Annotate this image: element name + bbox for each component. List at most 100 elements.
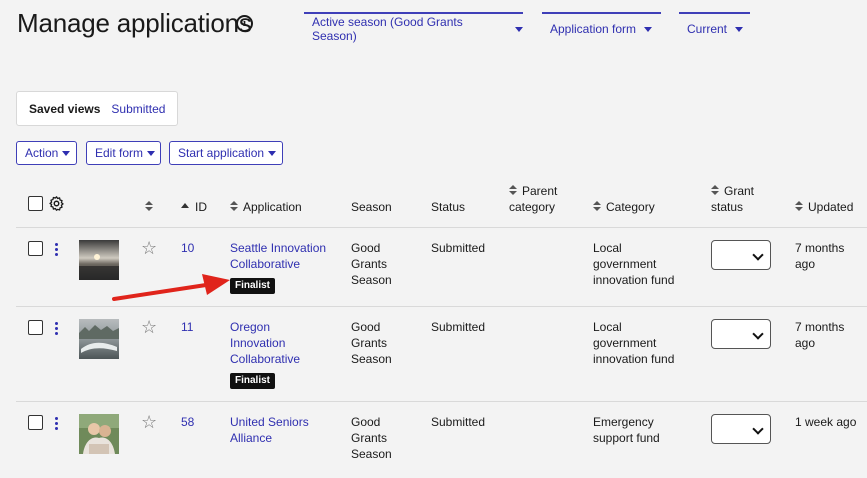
application-name-line2: Innovation (230, 336, 286, 350)
application-name-line1: Seattle Innovation (230, 241, 327, 255)
row-menu-icon[interactable] (55, 243, 59, 257)
category-line3: innovation fund (593, 352, 675, 366)
row-divider (16, 401, 867, 402)
favorite-star-icon[interactable]: ☆ (141, 413, 157, 431)
application-name-line1: United Seniors (230, 415, 309, 429)
application-name-link[interactable]: United Seniors Alliance (230, 414, 309, 446)
updated-cell: 1 week ago (795, 415, 857, 429)
sort-icon (509, 185, 517, 197)
page-title: Manage applications (17, 8, 252, 38)
application-name-line3: Collaborative (230, 352, 301, 366)
column-header-parent-category[interactable]: Parent category (509, 183, 557, 215)
category-line1: Emergency (593, 415, 654, 429)
season-line1: Good (351, 241, 381, 255)
season-line2: Grants (351, 336, 388, 350)
row-checkbox[interactable] (28, 320, 43, 335)
season-line3: Season (351, 352, 392, 366)
updated-line1: 7 months (795, 320, 845, 334)
column-header-grant-status-line2: status (711, 200, 744, 214)
row-checkbox[interactable] (28, 241, 43, 256)
edit-form-button-label: Edit form (95, 146, 144, 160)
chevron-down-icon (147, 150, 156, 156)
action-button-label: Action (25, 146, 59, 160)
edit-form-button[interactable]: Edit form (86, 141, 161, 165)
select-all-checkbox[interactable] (28, 196, 43, 211)
category-line2: government (593, 336, 657, 350)
category-cell: Local government innovation fund (593, 240, 674, 288)
saved-views-panel: Saved views Submitted (16, 91, 178, 126)
chevron-down-icon (268, 150, 277, 156)
category-line2: government (593, 257, 657, 271)
application-name-line2: Alliance (230, 431, 273, 445)
grant-status-select[interactable] (711, 319, 771, 349)
application-thumbnail (79, 414, 119, 454)
column-header-id-label: ID (195, 200, 207, 214)
column-header-grant-status[interactable]: Grant status (711, 183, 754, 215)
chevron-down-icon (515, 26, 523, 32)
gear-icon[interactable] (48, 195, 65, 212)
status-cell: Submitted (431, 320, 486, 334)
season-cell: Good Grants Season (351, 414, 392, 462)
sort-icon (593, 201, 601, 213)
favorite-star-icon[interactable]: ☆ (141, 318, 157, 336)
season-filter-dropdown[interactable]: Active season (Good Grants Season) (304, 12, 523, 43)
column-header-application-label: Application (243, 200, 302, 214)
grant-status-select[interactable] (711, 414, 771, 444)
row-divider (16, 227, 867, 228)
updated-line2: ago (795, 257, 816, 271)
version-filter-dropdown[interactable]: Current (679, 12, 750, 40)
action-button[interactable]: Action (16, 141, 77, 165)
updated-line1: 7 months (795, 241, 845, 255)
row-checkbox[interactable] (28, 415, 43, 430)
season-cell: Good Grants Season (351, 240, 392, 288)
season-cell: Good Grants Season (351, 319, 392, 367)
season-filter-label: Active season (Good Grants Season) (312, 15, 463, 43)
season-line3: Season (351, 273, 392, 287)
category-line3: innovation fund (593, 273, 675, 287)
category-cell: Local government innovation fund (593, 319, 674, 367)
form-filter-label: Application form (550, 22, 637, 36)
column-header-season: Season (351, 200, 392, 214)
grant-status-select[interactable] (711, 240, 771, 270)
updated-cell: 7 months ago (795, 319, 844, 351)
row-id-link[interactable]: 11 (181, 319, 193, 335)
row-id-link[interactable]: 58 (181, 414, 194, 430)
favorite-sort-toggle[interactable] (145, 199, 158, 215)
favorite-star-icon[interactable]: ☆ (141, 239, 157, 257)
column-header-id[interactable]: ID (181, 199, 207, 215)
application-name-line1: Oregon (230, 320, 271, 334)
application-name-link[interactable]: Oregon Innovation Collaborative (230, 319, 300, 367)
column-header-status: Status (431, 200, 466, 214)
column-header-updated-label: Updated (808, 200, 854, 214)
category-line2: support fund (593, 431, 660, 445)
sort-icon (711, 185, 719, 197)
category-line1: Local (593, 320, 622, 334)
annotation-arrow-icon (112, 274, 230, 301)
row-menu-icon[interactable] (55, 417, 59, 431)
application-name-link[interactable]: Seattle Innovation Collaborative (230, 240, 326, 272)
info-icon[interactable]: i (236, 15, 253, 32)
status-cell: Submitted (431, 415, 486, 429)
row-divider (16, 306, 867, 307)
start-application-button[interactable]: Start application (169, 141, 283, 165)
saved-view-submitted-link[interactable]: Submitted (111, 102, 165, 116)
column-header-grant-status-line1: Grant (724, 184, 755, 198)
status-cell: Submitted (431, 241, 486, 255)
chevron-down-icon (735, 26, 744, 32)
chevron-down-icon (62, 150, 71, 156)
start-application-button-label: Start application (178, 146, 265, 160)
column-header-category[interactable]: Category (593, 199, 655, 215)
sort-ascending-icon (181, 201, 189, 213)
column-header-application[interactable]: Application (230, 199, 302, 215)
column-header-updated[interactable]: Updated (795, 199, 853, 215)
row-id-link[interactable]: 10 (181, 240, 194, 256)
row-menu-icon[interactable] (55, 322, 59, 336)
updated-line2: ago (795, 336, 816, 350)
application-name-line2: Collaborative (230, 257, 301, 271)
sort-icon (145, 201, 153, 213)
sort-icon (230, 201, 238, 213)
sort-icon (795, 201, 803, 213)
column-header-category-label: Category (606, 200, 655, 214)
form-filter-dropdown[interactable]: Application form (542, 12, 661, 40)
column-header-parent-category-line2: category (509, 200, 556, 214)
